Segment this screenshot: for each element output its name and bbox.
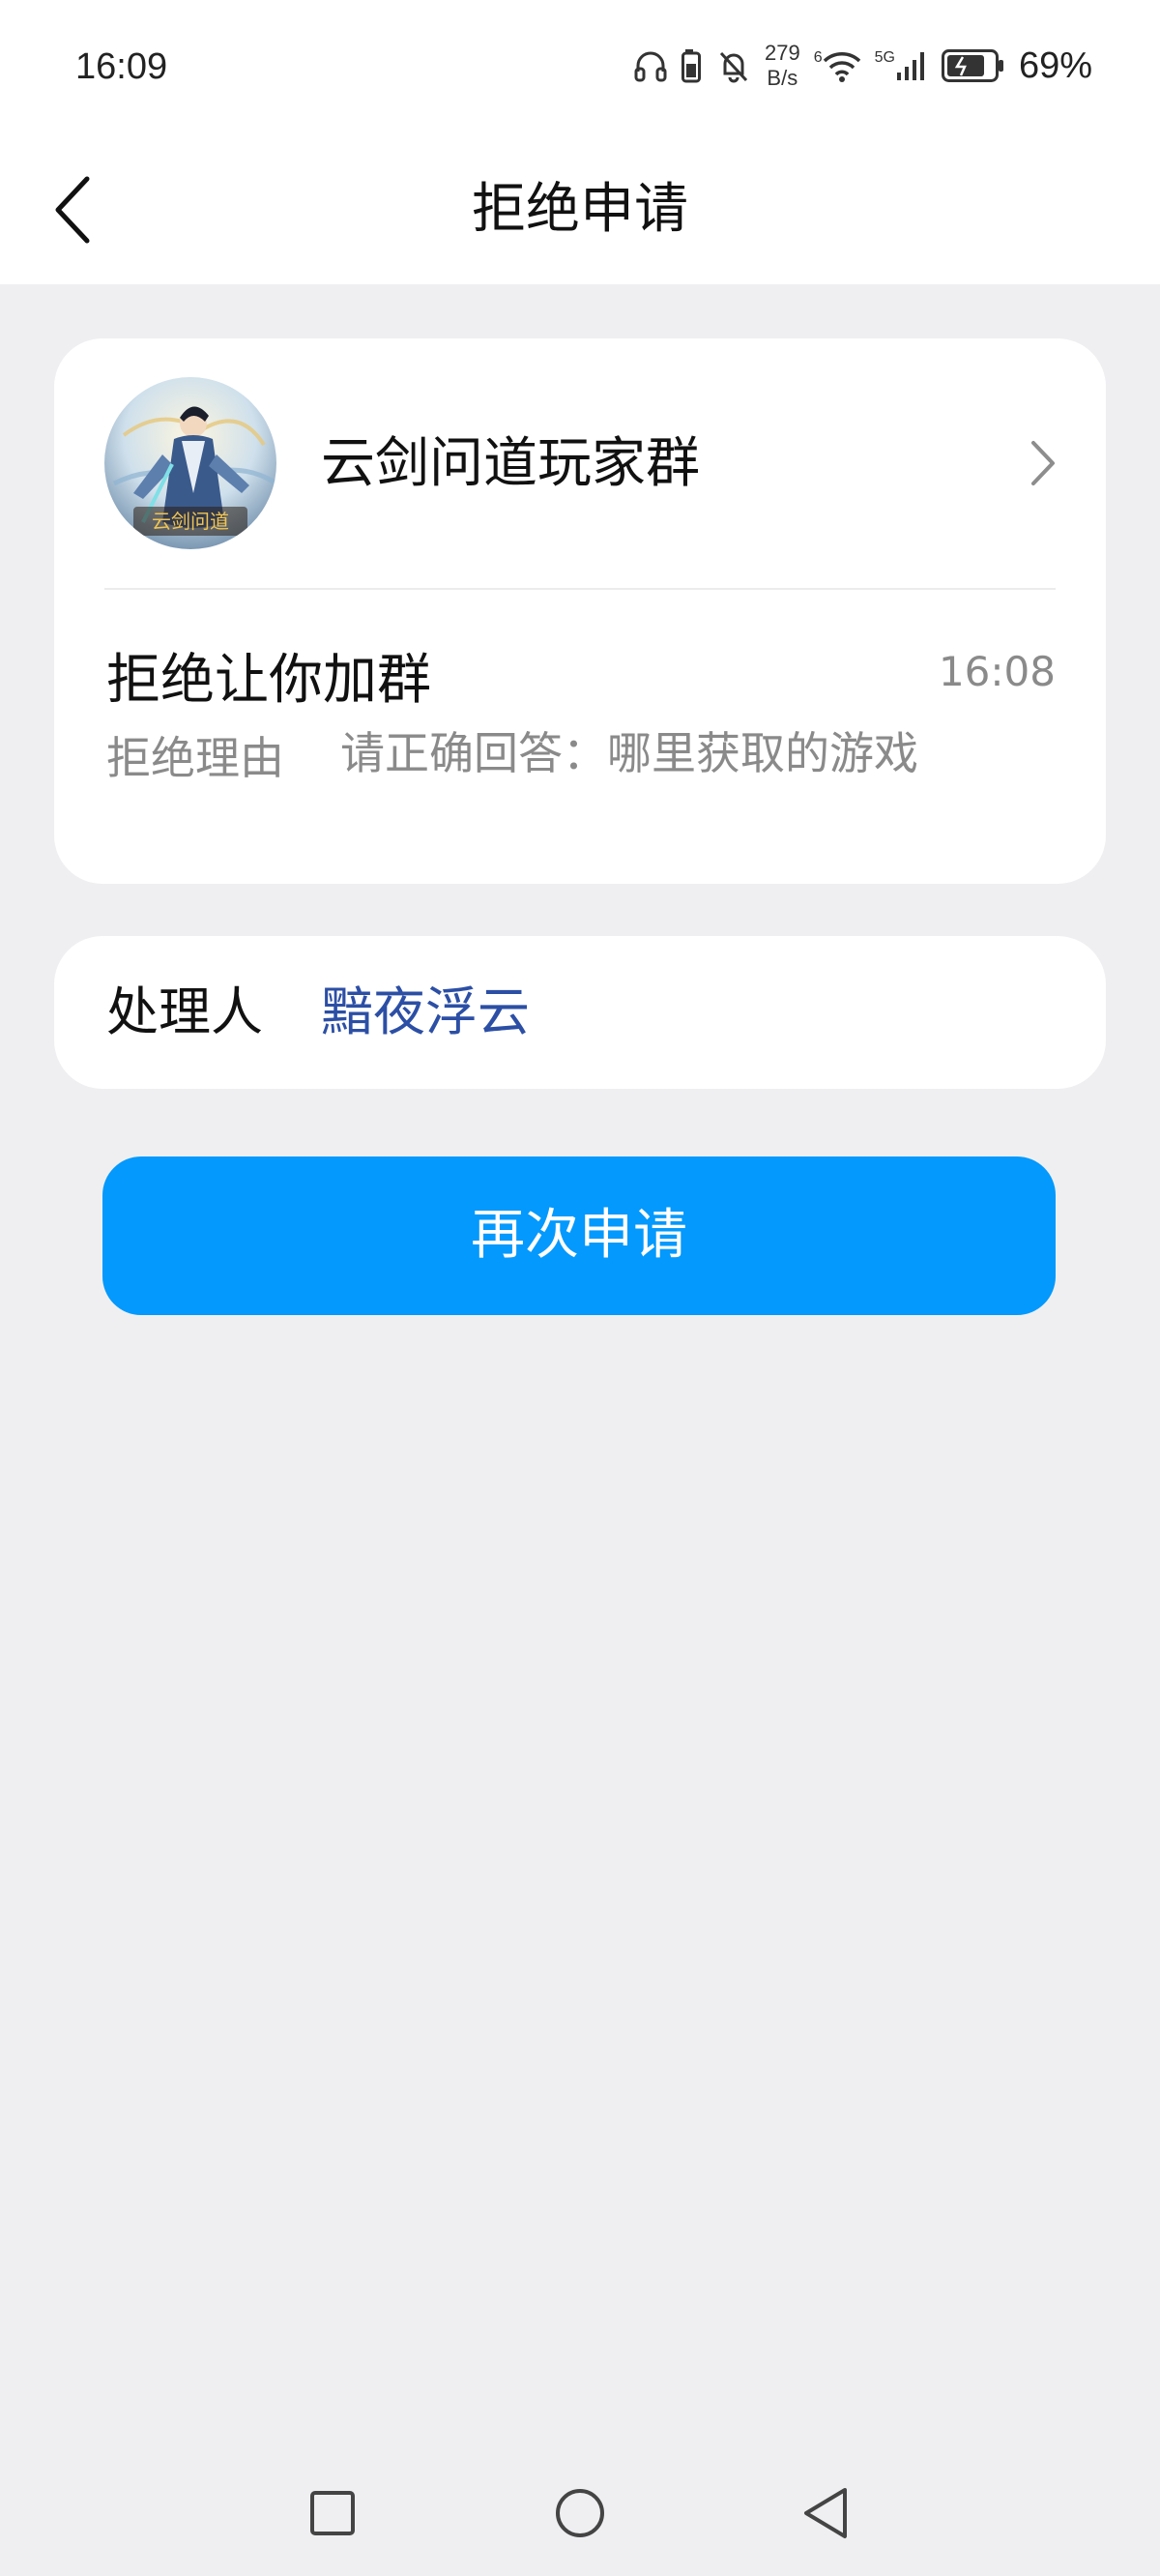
triangle-back-icon	[804, 2488, 847, 2538]
wifi-badge: 6	[813, 49, 823, 66]
group-avatar-image: 云剑问道	[104, 377, 276, 549]
page-title: 拒绝申请	[472, 178, 688, 241]
network-speed-unit: B/s	[767, 66, 798, 90]
rejection-time: 16:08	[938, 648, 1056, 695]
chevron-right-icon	[1031, 441, 1055, 485]
group-name: 云剑问道玩家群	[321, 432, 700, 495]
page-header: 拒绝申请	[0, 135, 1160, 284]
battery-percent: 69%	[1018, 44, 1092, 86]
rejection-title: 拒绝让你加群	[106, 649, 431, 712]
square-icon	[310, 2491, 355, 2535]
divider	[104, 588, 1056, 590]
wifi-status: 6	[814, 49, 861, 82]
handler-label: 处理人	[106, 981, 263, 1042]
recent-apps-button[interactable]	[275, 2460, 391, 2566]
battery-icon	[941, 49, 1003, 82]
rejection-reason-label: 拒绝理由	[106, 732, 284, 784]
back-button[interactable]	[29, 166, 116, 253]
reapply-button[interactable]: 再次申请	[102, 1156, 1056, 1315]
status-bar: 16:09 279 B/s 6 5G 69%	[0, 0, 1160, 135]
handler-name-link[interactable]: 黯夜浮云	[321, 936, 530, 1089]
system-nav-bar	[0, 2460, 1160, 2576]
avatar-caption: 云剑问道	[152, 510, 229, 533]
back-nav-button[interactable]	[768, 2460, 884, 2566]
cell-status: 5G	[875, 49, 928, 82]
home-button[interactable]	[522, 2460, 638, 2566]
group-info-row[interactable]: 云剑问道 云剑问道玩家群	[54, 338, 1106, 590]
group-avatar: 云剑问道	[104, 377, 276, 549]
rejection-reason-text: 请正确回答：哪里获取的游戏	[340, 727, 918, 779]
network-speed-value: 279	[764, 41, 800, 65]
handler-card: 处理人 黯夜浮云	[54, 936, 1106, 1089]
chevron-left-icon	[55, 176, 90, 244]
small-battery-icon	[681, 49, 701, 83]
cell-signal-icon	[896, 52, 924, 80]
circle-icon	[556, 2489, 604, 2537]
status-time: 16:09	[75, 46, 168, 87]
rejection-card: 云剑问道 云剑问道玩家群 拒绝让你加群 16:08 拒绝理由 请正确回答：哪里获…	[54, 338, 1106, 884]
mute-bell-icon	[719, 51, 748, 83]
headphones-icon	[634, 51, 667, 82]
cell-badge: 5G	[874, 49, 895, 66]
status-icons: 279 B/s 6 5G 69%	[633, 39, 1092, 93]
wifi-icon	[823, 52, 860, 82]
network-speed: 279 B/s	[765, 41, 800, 91]
